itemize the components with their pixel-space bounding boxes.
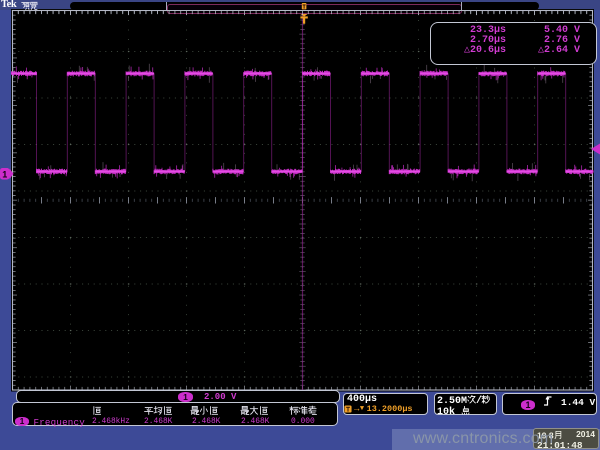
svg-text:1: 1 <box>2 169 7 179</box>
